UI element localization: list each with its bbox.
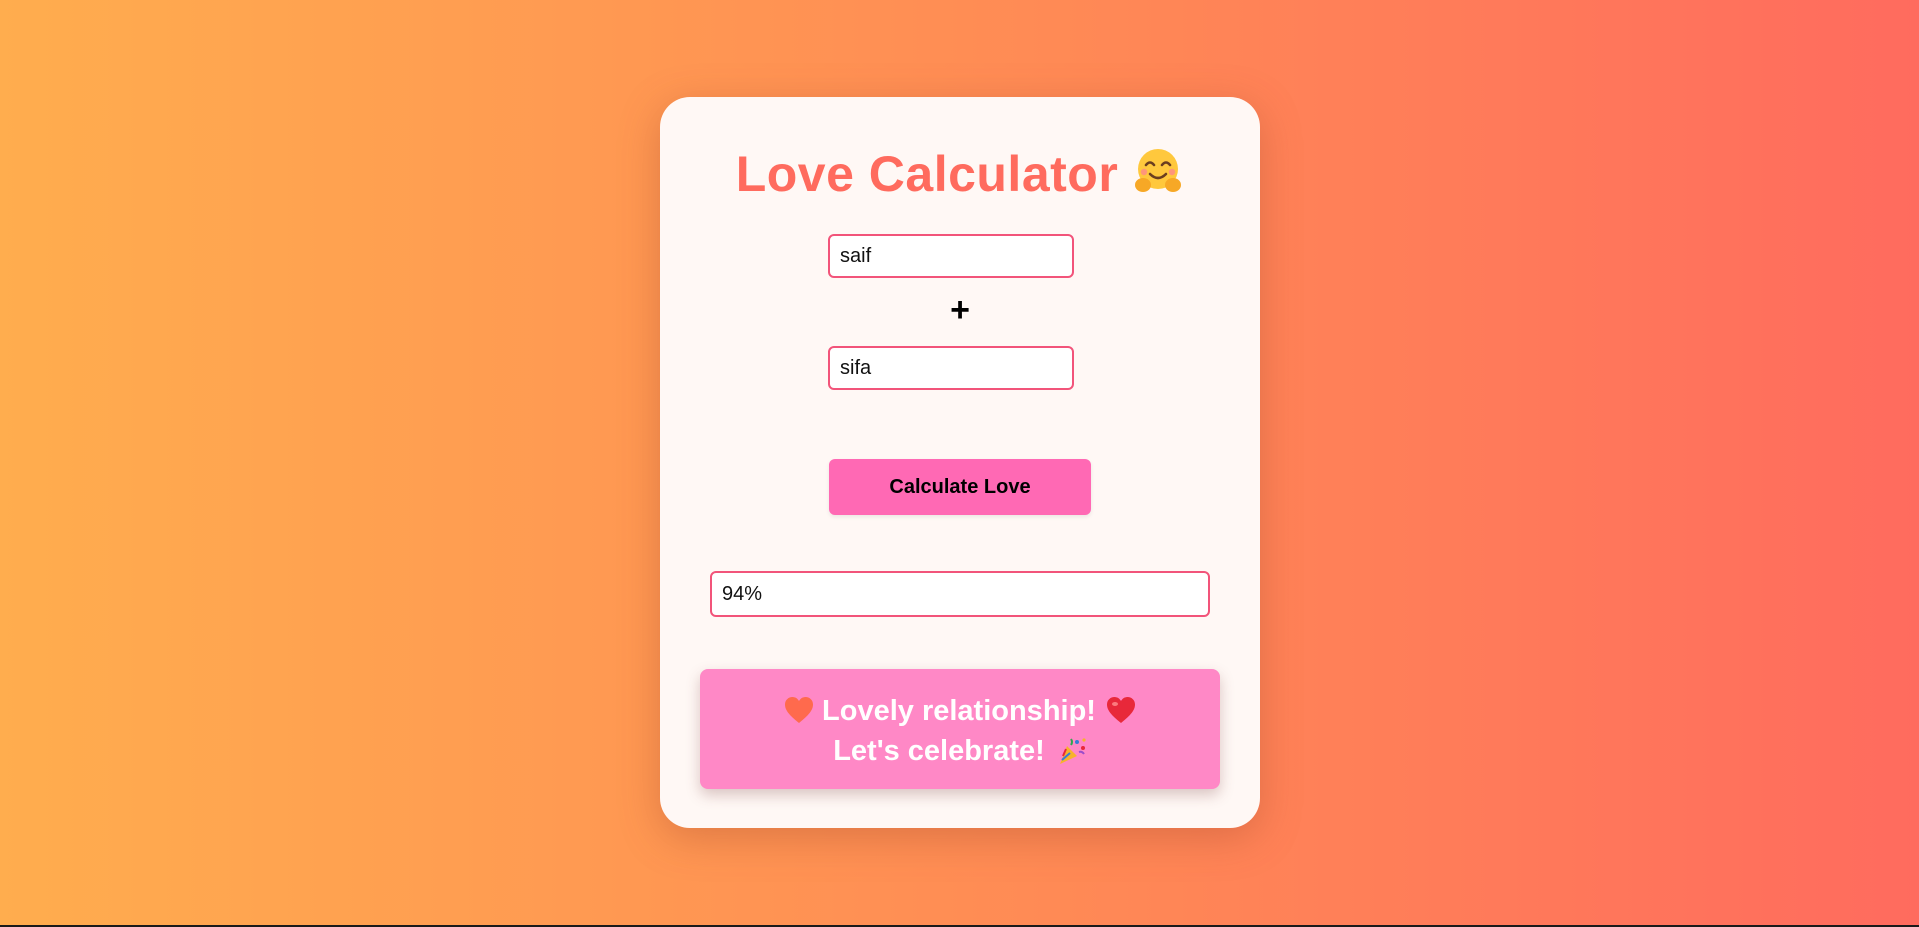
second-name-input[interactable] (828, 346, 1074, 390)
result-message: Lovely relationship! Let's celebrate! (700, 669, 1220, 789)
first-name-input[interactable] (828, 234, 1074, 278)
red-heart-icon (1106, 697, 1135, 723)
love-result-field[interactable] (710, 571, 1210, 617)
love-calculator-card: Love Calculator + Calculate Love Lovely … (660, 97, 1260, 828)
message-line-1: Lovely relationship! (700, 691, 1220, 731)
message-line-2: Let's celebrate! (700, 731, 1220, 771)
message-line-2-text: Let's celebrate! (833, 735, 1045, 767)
page-title: Love Calculator (660, 145, 1260, 203)
calculate-love-button[interactable]: Calculate Love (829, 459, 1091, 515)
message-line-1-text: Lovely relationship! (822, 695, 1096, 727)
hugging-face-icon (1135, 149, 1182, 192)
title-text: Love Calculator (735, 146, 1119, 202)
party-popper-icon (1059, 738, 1086, 764)
orange-heart-icon (785, 697, 814, 723)
plus-symbol: + (950, 291, 970, 329)
